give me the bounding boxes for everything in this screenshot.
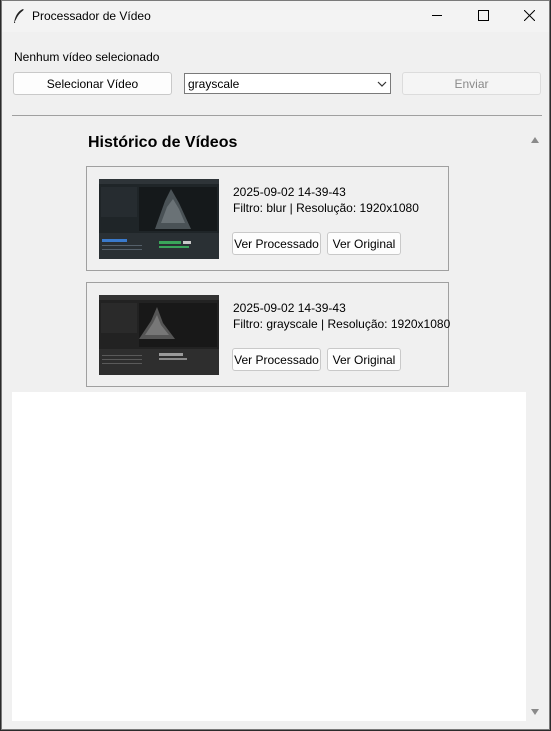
vertical-scrollbar[interactable] [528,126,542,721]
history-item: 2025-09-02 14-39-43 Filtro: grayscale | … [86,282,451,387]
filter-combobox[interactable]: grayscale [184,73,391,94]
history-title: Histórico de Vídeos [88,134,238,151]
scroll-down-icon[interactable] [531,704,539,718]
maximize-button[interactable] [460,1,506,32]
minimize-button[interactable] [414,1,460,32]
history-item: 2025-09-02 14-39-43 Filtro: blur | Resol… [86,166,449,271]
video-info: Filtro: blur | Resolução: 1920x1080 [233,201,419,215]
chevron-down-icon[interactable] [377,78,387,88]
video-date: 2025-09-02 14-39-43 [233,301,346,315]
filter-selected-value: grayscale [188,77,240,91]
video-info: Filtro: grayscale | Resolução: 1920x1080 [233,317,451,331]
close-icon [523,9,535,24]
feather-icon [12,8,26,24]
select-video-button[interactable]: Selecionar Vídeo [13,72,172,95]
title-bar[interactable]: Processador de Vídeo [2,1,549,32]
view-processed-button[interactable]: Ver Processado [232,232,321,255]
close-button[interactable] [506,1,549,32]
scroll-up-icon[interactable] [531,132,539,146]
window-title: Processador de Vídeo [32,9,151,23]
video-thumbnail [99,179,219,259]
app-window: Processador de Vídeo Nenhum vídeo seleci… [1,0,550,730]
view-original-button[interactable]: Ver Original [327,348,401,371]
status-label: Nenhum vídeo selecionado [14,50,160,64]
video-date: 2025-09-02 14-39-43 [233,185,346,199]
separator [12,115,542,116]
minimize-icon [431,10,443,24]
maximize-icon [477,9,489,24]
view-processed-button[interactable]: Ver Processado [232,348,321,371]
history-panel: Histórico de Vídeos 2025-09-02 14-39-43 … [12,126,526,392]
video-thumbnail [99,295,219,375]
view-original-button[interactable]: Ver Original [327,232,401,255]
history-scroll-area[interactable]: Histórico de Vídeos 2025-09-02 14-39-43 … [12,126,526,721]
send-button[interactable]: Enviar [402,72,541,95]
